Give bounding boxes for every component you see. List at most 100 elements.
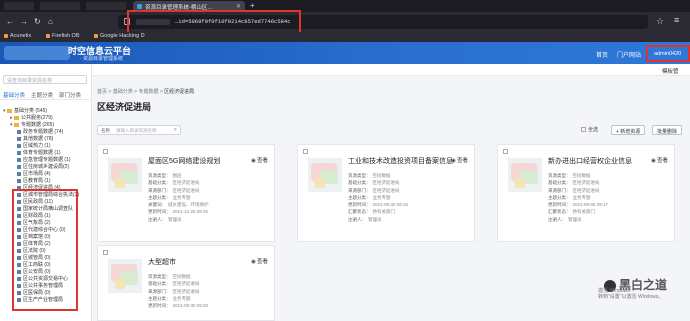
card-checkbox[interactable] (103, 250, 108, 255)
meta-row: 更新时间： 2021-09-06 09:17 (548, 201, 668, 208)
meta-key: 基础分类： (148, 281, 171, 287)
card-checkbox[interactable] (103, 149, 108, 154)
card-title[interactable]: 大型超市 (148, 257, 176, 267)
tree-node-label: 区域热力 (1) (23, 143, 51, 149)
map-thumbnail[interactable] (308, 158, 342, 192)
tab-dept[interactable]: 部门分类 (59, 91, 81, 99)
meta-value: 业务专题 (572, 194, 591, 200)
layer-icon (17, 150, 21, 155)
meta-key: 主题分类： (148, 295, 171, 301)
new-tab-icon[interactable]: + (250, 1, 255, 10)
tree-node[interactable]: 区住房城乡建设局(2) (17, 164, 69, 170)
meta-row: 关键词： 城乡建设、环境保护 (148, 201, 268, 208)
layer-icon (17, 136, 21, 141)
forward-icon[interactable]: → (20, 17, 28, 26)
blurred-tab[interactable] (4, 2, 34, 10)
blurred-tab[interactable] (40, 2, 80, 10)
card-checkbox[interactable] (503, 149, 508, 154)
user-menu[interactable]: admin0420 (646, 45, 690, 62)
breadcrumb-current: 区经济促进局 (164, 89, 195, 95)
reload-icon[interactable]: ↻ (34, 17, 41, 26)
tree-node[interactable]: ▸ 公共服务(279) (10, 115, 53, 121)
meta-row: 资源类型： 空间数据 (548, 172, 668, 179)
meta-value: 区经济促进局 (372, 180, 400, 186)
card-checkbox[interactable] (303, 149, 308, 154)
card-title[interactable]: 新办进出口经营权企业信息 (548, 156, 632, 166)
close-tab-icon[interactable]: ✕ (236, 3, 241, 10)
template-manage-button[interactable]: 模板管 (662, 67, 679, 75)
bookmark-star-icon[interactable]: ☆ (656, 16, 664, 27)
bookmark-item[interactable]: Acunetix (4, 33, 31, 39)
filter-placeholder: 请输入目录资源名称 (116, 128, 157, 133)
folder-icon (7, 108, 12, 113)
bookmark-icon (4, 33, 8, 38)
card-meta: 资源类型： 图层 基础分类： 区经济促进局 来源部门： 区经济促进局 主题分类： 业务专题 关键… (148, 172, 268, 223)
meta-value: 管理员 (568, 216, 582, 222)
resource-card[interactable]: 屋面区5G网络建设规划 ◉查看资源类型： 图层 基础分类： 区经济促进局 来源部门： 区经济… (97, 144, 275, 242)
back-icon[interactable]: ← (6, 17, 14, 26)
eye-icon: ◉ (251, 158, 256, 164)
site-header: 时空信息云平台 · 资源目录管理系统 首页 门户网站 admin0420 (0, 42, 690, 64)
map-thumbnail[interactable] (508, 158, 542, 192)
tree-node[interactable]: 区域热力 (1) (17, 143, 51, 149)
meta-row: 基础分类： 区经济促进局 (348, 179, 468, 186)
breadcrumb: 首页 > 基础分类 > 专题数据 > 区经济促进局 (97, 89, 195, 95)
tree-node[interactable]: ▾ 专题数据 (265) (10, 122, 54, 128)
meta-key: 来源部门： (548, 187, 571, 193)
meta-key: 来源部门： (148, 288, 171, 294)
tree-node[interactable]: 体育专题数据 (1) (17, 150, 61, 156)
filter-key: 名称 (101, 128, 110, 133)
bookmark-item[interactable]: Google Hacking D (94, 33, 145, 39)
tab-basic[interactable]: 基础分类 (3, 91, 25, 99)
blurred-tab[interactable] (86, 2, 126, 10)
view-button[interactable]: ◉查看 (251, 257, 268, 265)
meta-key: 主题分类： (348, 194, 371, 200)
map-thumbnail[interactable] (108, 259, 142, 293)
meta-key: 基础分类： (348, 180, 371, 186)
meta-value: 区经济促进局 (172, 288, 200, 294)
menu-icon[interactable]: ≡ (674, 15, 679, 25)
tree-node[interactable]: 政务专题数据 (74) (17, 129, 63, 135)
meta-value: 管理员 (368, 216, 382, 222)
add-resource-button[interactable]: + 新增资源 (611, 125, 646, 135)
tree-node[interactable]: 其他数据 (78) (17, 136, 53, 142)
batch-delete-button[interactable]: 批量删除 (652, 125, 683, 135)
tree-node[interactable]: 区教育局 (1) (17, 178, 51, 184)
meta-key: 注册人： (148, 216, 166, 222)
meta-row: 来源部门： 区经济促进局 (548, 187, 668, 194)
meta-key: 更新时间： (148, 209, 171, 215)
map-thumbnail[interactable] (108, 158, 142, 192)
bookmark-item[interactable]: Firefish OB (46, 33, 80, 39)
view-button[interactable]: ◉查看 (251, 156, 268, 164)
breadcrumb-item[interactable]: 专题数据 (138, 89, 158, 95)
meta-key: 主题分类： (548, 194, 571, 200)
resource-card[interactable]: 大型超市 ◉查看 资源类型： 空间数据 基础分类： 区经济促进局 来源部门： 区经济促进局 主题… (97, 245, 275, 321)
card-title[interactable]: 工业和技术改造投资项目备案信息 (348, 156, 453, 166)
breadcrumb-item[interactable]: 基础分类 (113, 89, 133, 95)
meta-key: 注册人： (348, 216, 366, 222)
nav-home[interactable]: 首页 (596, 50, 608, 59)
tab-theme[interactable]: 主题分类 (31, 91, 53, 99)
tree-node[interactable]: 应急管理专题数据 (1) (17, 157, 71, 163)
meta-row: 注册人： 管理员 (148, 216, 268, 223)
view-button[interactable]: ◉查看 (651, 156, 668, 164)
filter-bar: 名称 请输入目录资源名称 ⌕ 全选 + 新增资源 批量删除 (97, 125, 685, 137)
tree-node[interactable]: 区市场局 (4) (17, 171, 51, 177)
breadcrumb-item[interactable]: 首页 (97, 89, 107, 95)
resource-search-input[interactable]: 名称 请输入目录资源名称 ⌕ (97, 125, 181, 135)
card-title[interactable]: 屋面区5G网络建设规划 (148, 156, 220, 166)
select-all-checkbox[interactable]: 全选 (581, 126, 598, 133)
view-button[interactable]: ◉查看 (451, 156, 468, 164)
sidebar-search-input[interactable]: 请查询目录资源名称 (3, 75, 87, 84)
home-icon[interactable]: ⌂ (48, 17, 53, 26)
search-icon[interactable]: ⌕ (174, 127, 177, 134)
meta-key: 来源部门： (148, 187, 171, 193)
tree-node-label: 区住房城乡建设局(2) (23, 164, 70, 170)
search-placeholder: 请查询目录资源名称 (7, 78, 53, 84)
resource-card[interactable]: 工业和技术改造投资项目备案信息 ◉查看 资源类型： 空间数据 基础分类： 区经济促进局 来源… (297, 144, 475, 242)
nav-portal[interactable]: 门户网站 (617, 50, 641, 59)
tree-node[interactable]: ▾ 基础分类 (545) (3, 108, 47, 114)
resource-card[interactable]: 新办进出口经营权企业信息 ◉查看 资源类型： 空间数据 基础分类： 区经济促进局 来源部门：… (497, 144, 675, 242)
folder-icon (14, 115, 19, 120)
meta-row: 汇聚状态： 待有关部门 (348, 208, 468, 215)
